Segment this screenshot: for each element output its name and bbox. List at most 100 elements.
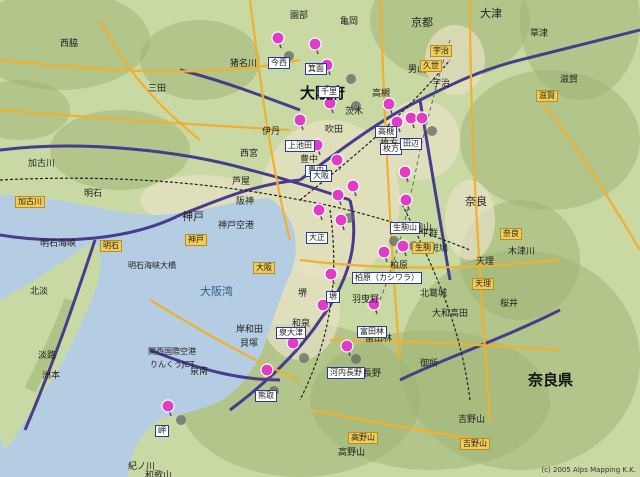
location-marker-7 bbox=[293, 113, 307, 127]
label-nishinomiya: 西宮 bbox=[240, 149, 259, 159]
label-hirakata-st: 枚方 bbox=[380, 143, 402, 155]
map[interactable]: 大阪府奈良県大阪湾明石海峡神戸京都大津奈良淡路洲本北淡加古川明石芦屋堺和泉河内長… bbox=[0, 0, 640, 477]
label-kyoto: 京都 bbox=[411, 16, 433, 29]
label-senri: 千里 bbox=[318, 86, 340, 98]
label-kakogawa: 加古川 bbox=[28, 159, 56, 169]
label-sakai-st: 堺 bbox=[326, 291, 340, 303]
location-marker-shadow-1 bbox=[346, 74, 356, 84]
location-marker-0 bbox=[271, 31, 285, 45]
label-otani: 大正 bbox=[306, 232, 328, 244]
label-kansai-airport: 関西国際空港 bbox=[148, 347, 196, 356]
label-tenri-y: 天理 bbox=[472, 278, 494, 290]
label-kobe: 神戸 bbox=[182, 210, 204, 223]
location-marker-5 bbox=[404, 111, 418, 125]
label-rinku: りんくうJCT bbox=[150, 360, 195, 369]
label-yoshino: 吉野山 bbox=[458, 415, 486, 425]
location-marker-1 bbox=[308, 37, 322, 51]
label-heguri: 平群 bbox=[420, 229, 439, 239]
label-kishiwada: 岸和田 bbox=[236, 325, 264, 335]
label-tenri: 天理 bbox=[476, 257, 495, 267]
label-kawachinagano-st: 河内長野 bbox=[327, 367, 365, 379]
label-osaka-y: 大阪 bbox=[253, 262, 275, 274]
label-uji-y: 宇治 bbox=[430, 45, 452, 57]
label-minoh: 箕面 bbox=[305, 63, 327, 75]
label-awaji: 淡路 bbox=[38, 351, 57, 361]
label-ashiya: 芦屋 bbox=[232, 177, 251, 187]
label-gose: 御所 bbox=[420, 359, 439, 369]
label-kitakatsuragi: 北葛城 bbox=[420, 289, 448, 299]
label-habikino: 羽曳野 bbox=[352, 295, 380, 305]
label-hanshin: 阪神 bbox=[236, 197, 255, 207]
label-otsu: 大津 bbox=[480, 7, 502, 20]
label-izumiotsu: 泉大津 bbox=[276, 327, 306, 339]
label-higashiikoma: 生駒山 bbox=[390, 222, 420, 234]
location-marker-6 bbox=[415, 111, 429, 125]
label-sumoto: 洲本 bbox=[42, 371, 61, 381]
label-kobe-y: 神戸 bbox=[185, 234, 207, 246]
label-osaka-st: 大阪 bbox=[310, 170, 332, 182]
label-sakurai: 桜井 bbox=[500, 299, 519, 309]
label-wakayama: 和歌山 bbox=[145, 471, 173, 477]
label-kuse: 久世 bbox=[420, 60, 442, 72]
location-marker-15 bbox=[312, 203, 326, 217]
label-tanabe: 田辺 bbox=[400, 138, 422, 150]
urban-area-4 bbox=[445, 180, 495, 260]
label-ino: 猪名川 bbox=[230, 59, 258, 69]
label-akashi-y: 明石 bbox=[100, 240, 122, 252]
location-marker-22 bbox=[340, 339, 354, 353]
label-nishiwaki: 西脇 bbox=[60, 39, 79, 49]
location-marker-16 bbox=[334, 213, 348, 227]
label-sennan: 泉南 bbox=[190, 367, 209, 377]
label-koya: 高野山 bbox=[338, 448, 366, 458]
label-kamiikeda: 上池田 bbox=[285, 140, 315, 152]
label-osaka-bay: 大阪湾 bbox=[200, 285, 233, 298]
location-marker-11 bbox=[398, 165, 412, 179]
location-marker-18 bbox=[396, 239, 410, 253]
label-takatsuki-st: 高槻 bbox=[375, 126, 397, 138]
location-marker-shadow-3 bbox=[427, 126, 437, 136]
label-itami: 伊丹 bbox=[262, 127, 281, 137]
label-kizugawa: 木津川 bbox=[508, 247, 536, 257]
label-takatsuki: 高槻 bbox=[372, 89, 391, 99]
label-kameoka: 亀岡 bbox=[340, 17, 359, 27]
label-uji: 宇治 bbox=[432, 79, 451, 89]
location-marker-14 bbox=[399, 193, 413, 207]
label-imanishi: 今西 bbox=[268, 57, 290, 69]
label-koya-y: 高野山 bbox=[348, 432, 378, 444]
label-kusatsu: 草津 bbox=[530, 29, 549, 39]
label-yamatotakada: 大和高田 bbox=[432, 309, 469, 319]
label-kashiwara-st: 柏原（カシワラ） bbox=[352, 272, 422, 284]
label-toyonaka: 豊中 bbox=[300, 155, 319, 165]
label-sanda: 三田 bbox=[148, 84, 167, 94]
label-shiga: 滋賀 bbox=[560, 75, 579, 85]
label-akashi: 明石 bbox=[84, 189, 103, 199]
label-kakogawa-y: 加古川 bbox=[15, 196, 45, 208]
location-marker-17 bbox=[377, 245, 391, 259]
label-kashiwara: 柏原 bbox=[390, 261, 409, 271]
label-akashi-bridge: 明石海峡大橋 bbox=[128, 261, 176, 270]
location-marker-19 bbox=[324, 267, 338, 281]
label-izumisano: 熊取 bbox=[255, 390, 277, 402]
label-akashi-strait: 明石海峡 bbox=[40, 239, 77, 249]
location-marker-12 bbox=[346, 179, 360, 193]
location-marker-10 bbox=[330, 153, 344, 167]
label-sakai: 堺 bbox=[298, 289, 308, 299]
label-suita: 吹田 bbox=[325, 125, 344, 135]
label-nara-y: 奈良 bbox=[500, 228, 522, 240]
location-marker-shadow-8 bbox=[351, 354, 361, 364]
location-marker-13 bbox=[331, 188, 345, 202]
label-nara-ken: 奈良県 bbox=[528, 371, 574, 389]
label-hokudan: 北淡 bbox=[30, 287, 49, 297]
copyright-text: (c) 2005 Alps Mapping K.K. bbox=[541, 466, 636, 474]
location-marker-25 bbox=[161, 399, 175, 413]
location-marker-shadow-9 bbox=[299, 353, 309, 363]
location-marker-4 bbox=[382, 97, 396, 111]
label-shiga-y: 滋賀 bbox=[536, 90, 558, 102]
label-misaki: 岬 bbox=[155, 425, 169, 437]
label-ibaraki: 茨木 bbox=[345, 107, 364, 117]
label-tondabayashi-st: 富田林 bbox=[357, 326, 387, 338]
location-marker-shadow-11 bbox=[176, 415, 186, 425]
label-yoshino-y: 吉野山 bbox=[460, 438, 490, 450]
label-kobe-airport: 神戸空港 bbox=[218, 221, 255, 231]
location-marker-24 bbox=[260, 363, 274, 377]
